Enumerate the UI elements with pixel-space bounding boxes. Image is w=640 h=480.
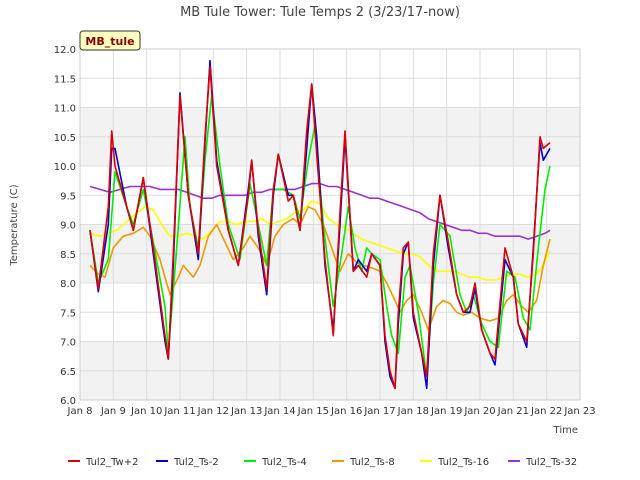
x-tick-label: Jan 12 bbox=[197, 406, 229, 417]
y-tick-labels: 6.06.57.07.58.08.59.09.510.010.511.011.5… bbox=[54, 45, 76, 407]
y-tick-label: 12.0 bbox=[54, 45, 76, 56]
y-tick-label: 11.5 bbox=[54, 74, 76, 85]
y-tick-label: 7.0 bbox=[60, 338, 76, 349]
legend-label: Tul2_Ts-4 bbox=[261, 457, 307, 468]
legend-label: Tul2_Ts-32 bbox=[525, 457, 577, 468]
y-axis-label: Temperature (C) bbox=[9, 184, 20, 266]
y-tick-label: 9.0 bbox=[60, 221, 76, 232]
y-tick-label: 9.5 bbox=[60, 191, 76, 202]
legend-item: Tul2_Ts-8 bbox=[332, 457, 395, 468]
y-tick-label: 6.5 bbox=[60, 367, 76, 378]
legend-item: Tul2_Ts-32 bbox=[508, 457, 577, 468]
x-tick-label: Jan 11 bbox=[163, 406, 195, 417]
x-tick-label: Jan 14 bbox=[263, 406, 295, 417]
chart-title: MB Tule Tower: Tule Temps 2 (3/23/17-now… bbox=[180, 5, 460, 20]
legend-label: Tul2_Tw+2 bbox=[85, 457, 138, 468]
x-tick-label: Jan 19 bbox=[430, 406, 462, 417]
x-tick-label: Jan 15 bbox=[297, 406, 329, 417]
x-tick-label: Jan 10 bbox=[130, 406, 162, 417]
station-badge-label: MB_tule bbox=[85, 35, 134, 48]
legend-item: Tul2_Ts-4 bbox=[244, 457, 307, 468]
x-axis-label: Time bbox=[553, 425, 578, 436]
legend-label: Tul2_Ts-8 bbox=[349, 457, 395, 468]
y-tick-label: 8.0 bbox=[60, 279, 76, 290]
x-tick-label: Jan 18 bbox=[397, 406, 429, 417]
legend-item: Tul2_Tw+2 bbox=[68, 457, 138, 468]
legend-item: Tul2_Ts-16 bbox=[420, 457, 489, 468]
x-tick-label: Jan 22 bbox=[530, 406, 562, 417]
legend-label: Tul2_Ts-2 bbox=[173, 457, 219, 468]
y-tick-label: 10.0 bbox=[54, 162, 76, 173]
y-tick-label: 10.5 bbox=[54, 133, 76, 144]
x-tick-label: Jan 8 bbox=[67, 406, 93, 417]
x-tick-label: Jan 16 bbox=[330, 406, 362, 417]
station-badge: MB_tule bbox=[79, 30, 141, 51]
x-tick-label: Jan 17 bbox=[363, 406, 395, 417]
legend: Tul2_Tw+2 Tul2_Ts-2 Tul2_Ts-4 Tul2_Ts-8 Tul2… bbox=[68, 457, 577, 468]
x-tick-label: Jan 21 bbox=[497, 406, 529, 417]
y-tick-label: 11.0 bbox=[54, 104, 76, 115]
y-tick-label: 8.5 bbox=[60, 250, 76, 261]
x-tick-label: Jan 20 bbox=[463, 406, 495, 417]
legend-label: Tul2_Ts-16 bbox=[437, 457, 489, 468]
legend-item: Tul2_Ts-2 bbox=[156, 457, 219, 468]
temperature-chart: 6.06.57.07.58.08.59.09.510.010.511.011.5… bbox=[9, 5, 596, 468]
x-tick-label: Jan 9 bbox=[100, 406, 126, 417]
y-tick-label: 7.5 bbox=[60, 308, 76, 319]
x-tick-labels: Jan 8 Jan 9 Jan 10 Jan 11 Jan 12 Jan 13 Jan 14… bbox=[67, 406, 596, 417]
x-tick-label: Jan 23 bbox=[563, 406, 595, 417]
x-tick-label: Jan 13 bbox=[230, 406, 262, 417]
